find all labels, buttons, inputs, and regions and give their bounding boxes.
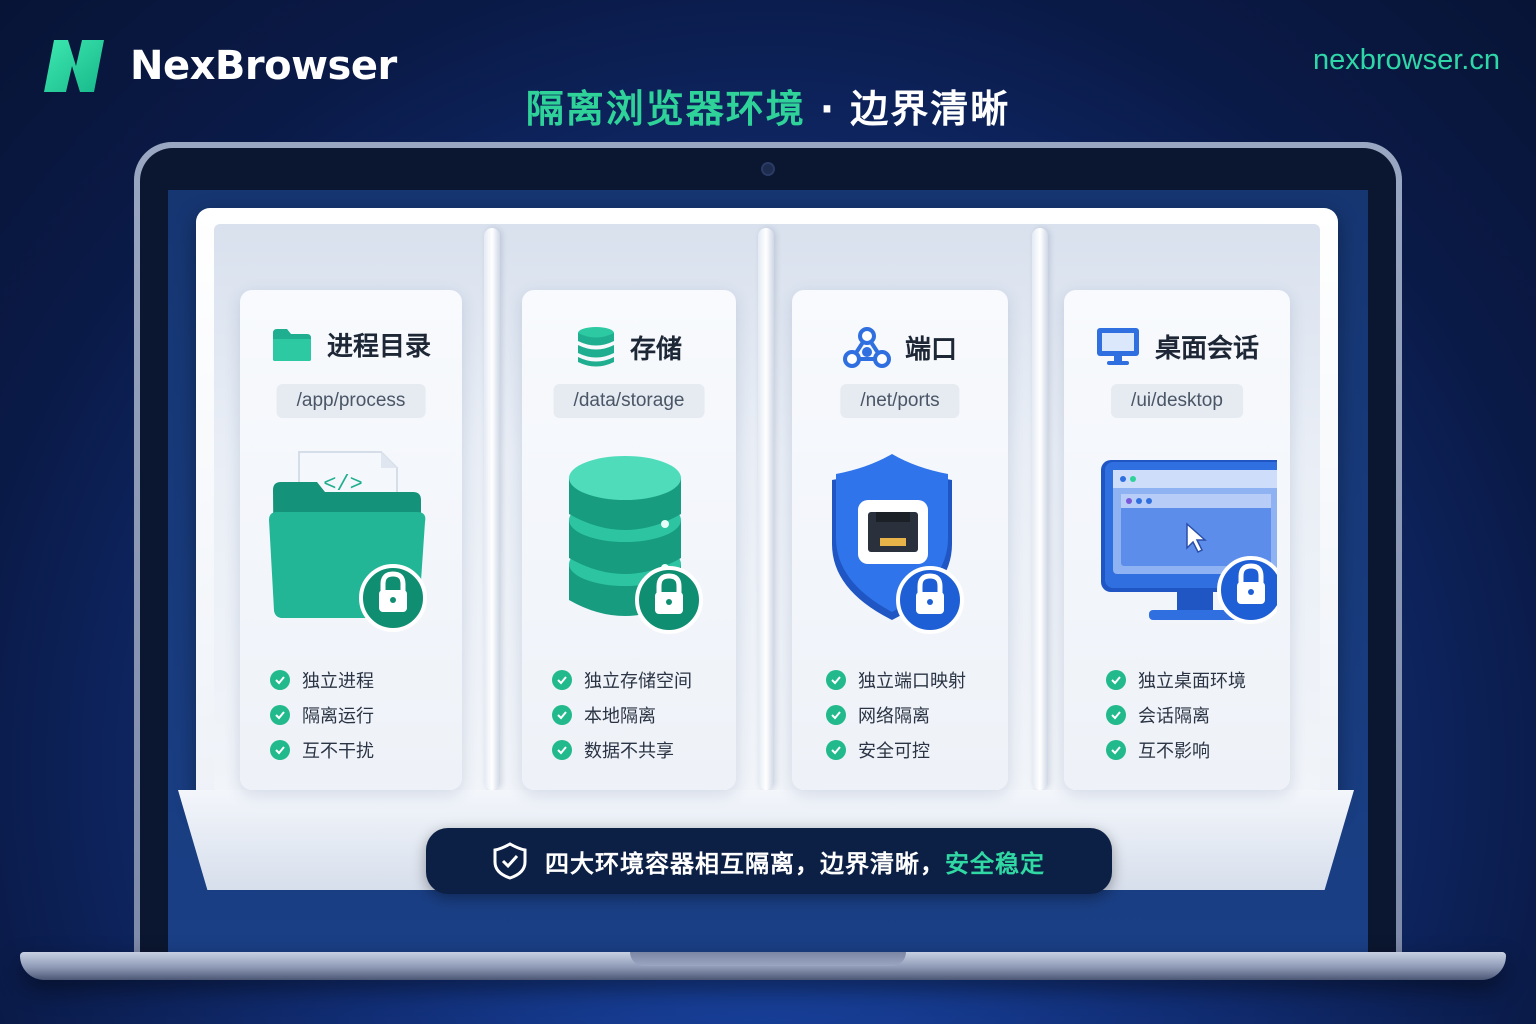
list-item: 互不影响 (1106, 732, 1246, 767)
headline: 隔离浏览器环境 · 边界清晰 (0, 78, 1536, 133)
list-item: 互不干扰 (270, 732, 374, 767)
headline-primary: 隔离浏览器环境 (525, 87, 806, 131)
check-icon (1106, 739, 1126, 760)
list-item: 会话隔离 (1106, 697, 1246, 732)
feature-label: 会话隔离 (1138, 705, 1210, 727)
check-icon (552, 669, 572, 690)
list-item: 独立端口映射 (826, 662, 966, 697)
check-icon (826, 669, 846, 690)
card-header: 桌面会话 (1064, 326, 1290, 366)
list-item: 独立进程 (270, 662, 374, 697)
shield-check-icon (493, 842, 527, 880)
list-item: 独立存储空间 (552, 662, 692, 697)
check-icon (552, 739, 572, 760)
card-title: 进程目录 (326, 332, 431, 362)
check-icon (826, 739, 846, 760)
card-header: 进程目录 (240, 326, 462, 363)
feature-label: 安全可控 (858, 740, 930, 762)
laptop-notch (630, 952, 906, 966)
banner-accent-text: 安全稳定 (945, 849, 1045, 878)
feature-label: 独立进程 (302, 670, 374, 692)
tray-divider (758, 228, 774, 790)
database-icon (577, 327, 614, 367)
summary-banner: 四大环境容器相互隔离，边界清晰，安全稳定 (426, 828, 1112, 894)
feature-label: 互不干扰 (302, 740, 374, 762)
feature-label: 隔离运行 (302, 705, 374, 727)
feature-label: 数据不共享 (584, 740, 674, 762)
locked-code-folder-illustration: </> (240, 440, 462, 640)
card-header: 端口 (792, 326, 1008, 368)
path-badge: /data/storage (553, 384, 705, 418)
list-item: 本地隔离 (552, 697, 692, 732)
network-nodes-icon (842, 327, 891, 368)
card-ports[interactable]: 端口 /net/ports 独立端口映射 网络隔离 安全可控 (792, 290, 1008, 790)
feature-label: 独立端口映射 (858, 670, 966, 692)
locked-database-illustration (522, 440, 736, 640)
feature-label: 独立存储空间 (584, 670, 692, 692)
path-badge: /app/process (276, 384, 426, 418)
feature-label: 网络隔离 (858, 705, 930, 727)
feature-list: 独立端口映射 网络隔离 安全可控 (826, 662, 966, 767)
card-desktop[interactable]: 桌面会话 /ui/desktop 独立桌面环境 会话隔离 互不影响 (1064, 290, 1290, 790)
card-storage[interactable]: 存储 /data/storage 独立存储空间 本地隔离 数据不共享 (522, 290, 736, 790)
check-icon (1106, 704, 1126, 725)
card-title: 桌面会话 (1154, 333, 1259, 364)
check-icon (270, 739, 290, 760)
feature-label: 独立桌面环境 (1138, 670, 1246, 692)
path-badge: /net/ports (840, 384, 960, 418)
check-icon (1106, 669, 1126, 690)
feature-label: 互不影响 (1138, 740, 1210, 762)
feature-list: 独立桌面环境 会话隔离 互不影响 (1106, 662, 1246, 767)
card-process[interactable]: 进程目录 /app/process </> 独立进程 隔离运行 互不干扰 (240, 290, 462, 790)
list-item: 数据不共享 (552, 732, 692, 767)
site-url-link[interactable]: nexbrowser.cn (1313, 44, 1500, 77)
feature-list: 独立存储空间 本地隔离 数据不共享 (552, 662, 692, 767)
card-header: 存储 (522, 326, 736, 368)
tray-divider (1032, 228, 1048, 790)
locked-shield-port-illustration (792, 440, 1008, 640)
camera-icon (761, 162, 775, 176)
folder-icon (272, 328, 311, 361)
check-icon (552, 704, 572, 725)
list-item: 隔离运行 (270, 697, 374, 732)
monitor-icon (1096, 328, 1139, 365)
card-title: 存储 (629, 334, 682, 365)
locked-desktop-window-illustration (1064, 440, 1290, 640)
list-item: 安全可控 (826, 732, 966, 767)
banner-text: 四大环境容器相互隔离，边界清晰，安全稳定 (545, 844, 1045, 879)
list-item: 网络隔离 (826, 697, 966, 732)
check-icon (270, 704, 290, 725)
headline-secondary: 边界清晰 (850, 87, 1011, 131)
banner-main-text: 四大环境容器相互隔离，边界清晰， (545, 849, 945, 878)
check-icon (826, 704, 846, 725)
path-badge: /ui/desktop (1111, 384, 1243, 418)
tray-divider (484, 228, 500, 790)
list-item: 独立桌面环境 (1106, 662, 1246, 697)
card-title: 端口 (904, 334, 957, 365)
check-icon (270, 669, 290, 690)
headline-separator: · (819, 87, 837, 131)
feature-list: 独立进程 隔离运行 互不干扰 (270, 662, 374, 767)
feature-label: 本地隔离 (584, 705, 656, 727)
